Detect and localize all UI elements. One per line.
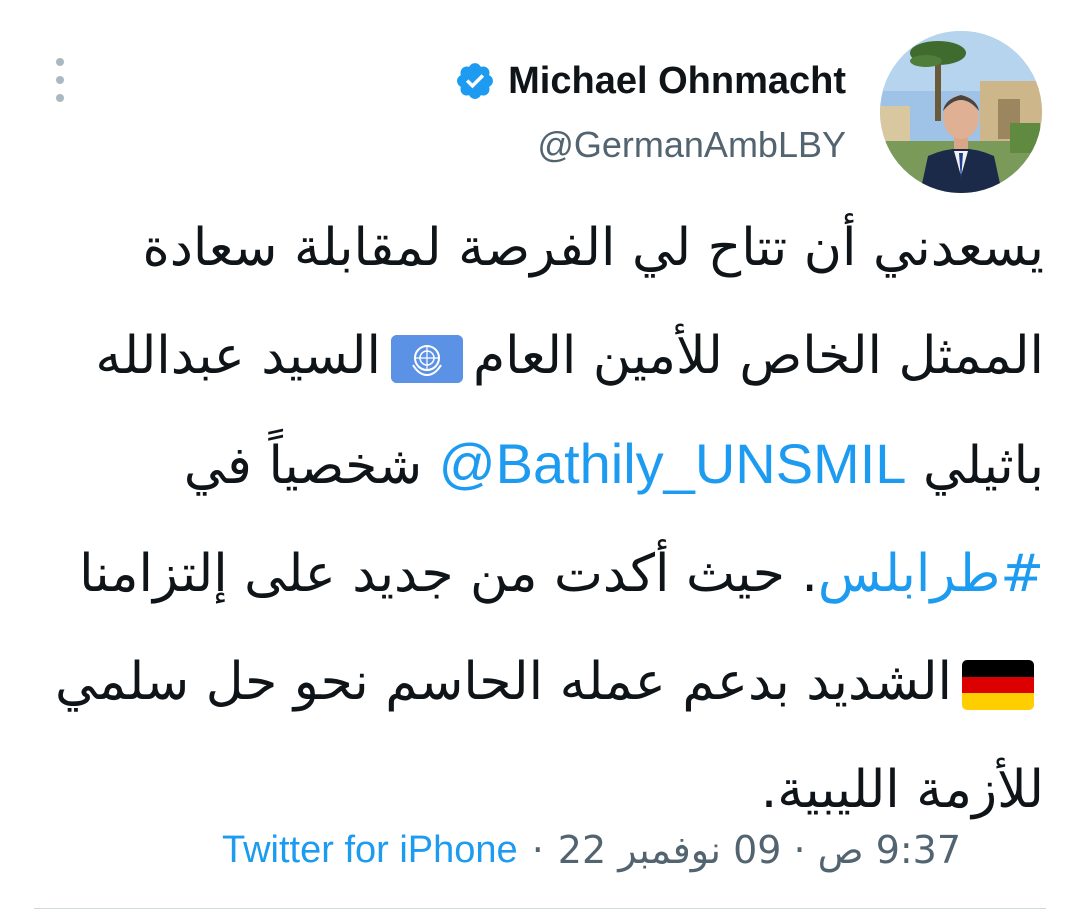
tweet-card: Michael Ohnmacht @GermanAmbLBY يسعدني أن… [0,0,1080,915]
author-name-row: Michael Ohnmacht [454,56,846,106]
divider [34,908,1046,909]
more-options-icon[interactable] [50,58,70,102]
source-link[interactable]: Twitter for iPhone [222,829,518,872]
author-display-name[interactable]: Michael Ohnmacht [508,60,846,103]
tweet-timestamp[interactable]: 9:37 ص · 09 نوفمبر 22 [558,828,961,872]
tweet-text-segment: الشديد بدعم عمله الحاسم نحو حل سلمي للأز… [55,652,1044,820]
hashtag-link[interactable]: #طرابلس [818,544,1044,604]
tweet-meta: Twitter for iPhone · 9:37 ص · 09 نوفمبر … [222,820,961,880]
tweet-text: يسعدني أن تتاح لي الفرصة لمقابلة سعادة ا… [30,194,1044,844]
meta-separator: · [531,828,544,872]
avatar-photo-icon [880,31,1042,193]
more-dot [56,94,64,102]
mention-link[interactable]: @Bathily_UNSMIL [439,432,907,495]
united-nations-flag-icon [390,335,463,383]
tweet-text-segment: . حيث أكدت من جديد على إلتزامنا [79,544,818,604]
avatar[interactable] [880,31,1042,193]
more-dot [56,58,64,66]
author-handle[interactable]: @GermanAmbLBY [537,124,846,166]
tweet-text-segment: شخصياً في [183,436,423,496]
verified-badge-icon [457,63,494,99]
germany-flag-icon [962,660,1034,710]
more-dot [56,76,64,84]
